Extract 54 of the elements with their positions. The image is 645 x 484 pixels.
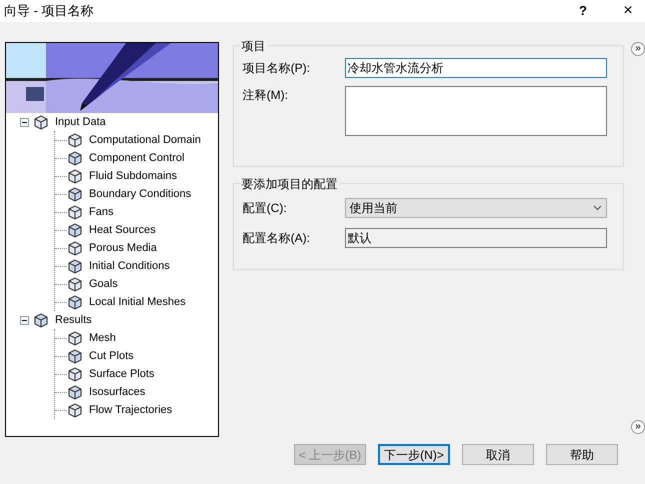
chevron-down-icon [592,205,602,211]
cube-icon [67,186,83,202]
notes-field[interactable] [344,86,607,136]
expand-button[interactable]: » [631,42,645,56]
dialog-button[interactable]: 取消 [462,444,534,465]
cube-icon [67,402,83,418]
cube-icon [67,330,83,346]
tree-item[interactable]: Results [53,312,94,328]
tree-item[interactable]: Flow Trajectories [89,402,172,418]
field-label: 项目名称(P): [242,60,311,77]
cube-icon [67,348,83,364]
cube-icon [67,294,83,310]
cube-icon [67,222,83,238]
dialog-button[interactable]: 帮助 [546,444,618,465]
field-label: 配置(C): [242,200,288,217]
config-dropdown[interactable]: 使用当前 [344,198,607,218]
tree-item[interactable]: Fluid Subdomains [89,168,178,184]
config-name-field[interactable]: 默认 [344,228,607,248]
cube-icon [33,114,49,130]
tree-item[interactable]: Porous Media [89,240,157,256]
tree-item[interactable]: Component Control [89,150,184,166]
cube-icon [67,384,83,400]
field-label: 配置名称(A): [242,230,311,247]
tree-item[interactable]: Initial Conditions [89,258,170,274]
cube-icon [67,204,83,220]
cube-icon [67,150,83,166]
cube-icon [67,168,83,184]
tree-item[interactable]: Isosurfaces [89,384,146,400]
expand-button[interactable]: » [631,420,645,434]
window-title: 向导 - 项目名称 [4,2,94,20]
field-label: 注释(M): [242,87,289,104]
tree-item[interactable]: Input Data [53,114,108,130]
close-button[interactable]: × [617,0,639,23]
tree-item[interactable]: Boundary Conditions [89,186,192,202]
tree-item[interactable]: Goals [89,276,118,292]
group-title: 要添加项目的配置 [240,175,340,193]
cube-icon [67,276,83,292]
tree-item[interactable]: Computational Domain [89,132,201,148]
tree-item[interactable]: Local Initial Meshes [89,294,186,310]
cube-icon [33,312,49,328]
dialog-button[interactable]: 下一步(N)> [378,444,450,465]
cube-icon [67,258,83,274]
tree-item[interactable]: Surface Plots [89,366,154,382]
collapse-toggle[interactable] [20,316,29,324]
tree-item[interactable]: Heat Sources [89,222,156,238]
tree-item[interactable]: Fans [89,204,114,220]
cube-icon [67,132,83,148]
cube-icon [67,366,83,382]
project-name-field[interactable]: 冷却水管水流分析 [344,58,607,78]
tree-item[interactable]: Mesh [89,330,116,346]
help-button[interactable]: ? [573,1,593,21]
cube-icon [67,240,83,256]
collapse-toggle[interactable] [20,118,29,126]
tree-item[interactable]: Cut Plots [89,348,134,364]
